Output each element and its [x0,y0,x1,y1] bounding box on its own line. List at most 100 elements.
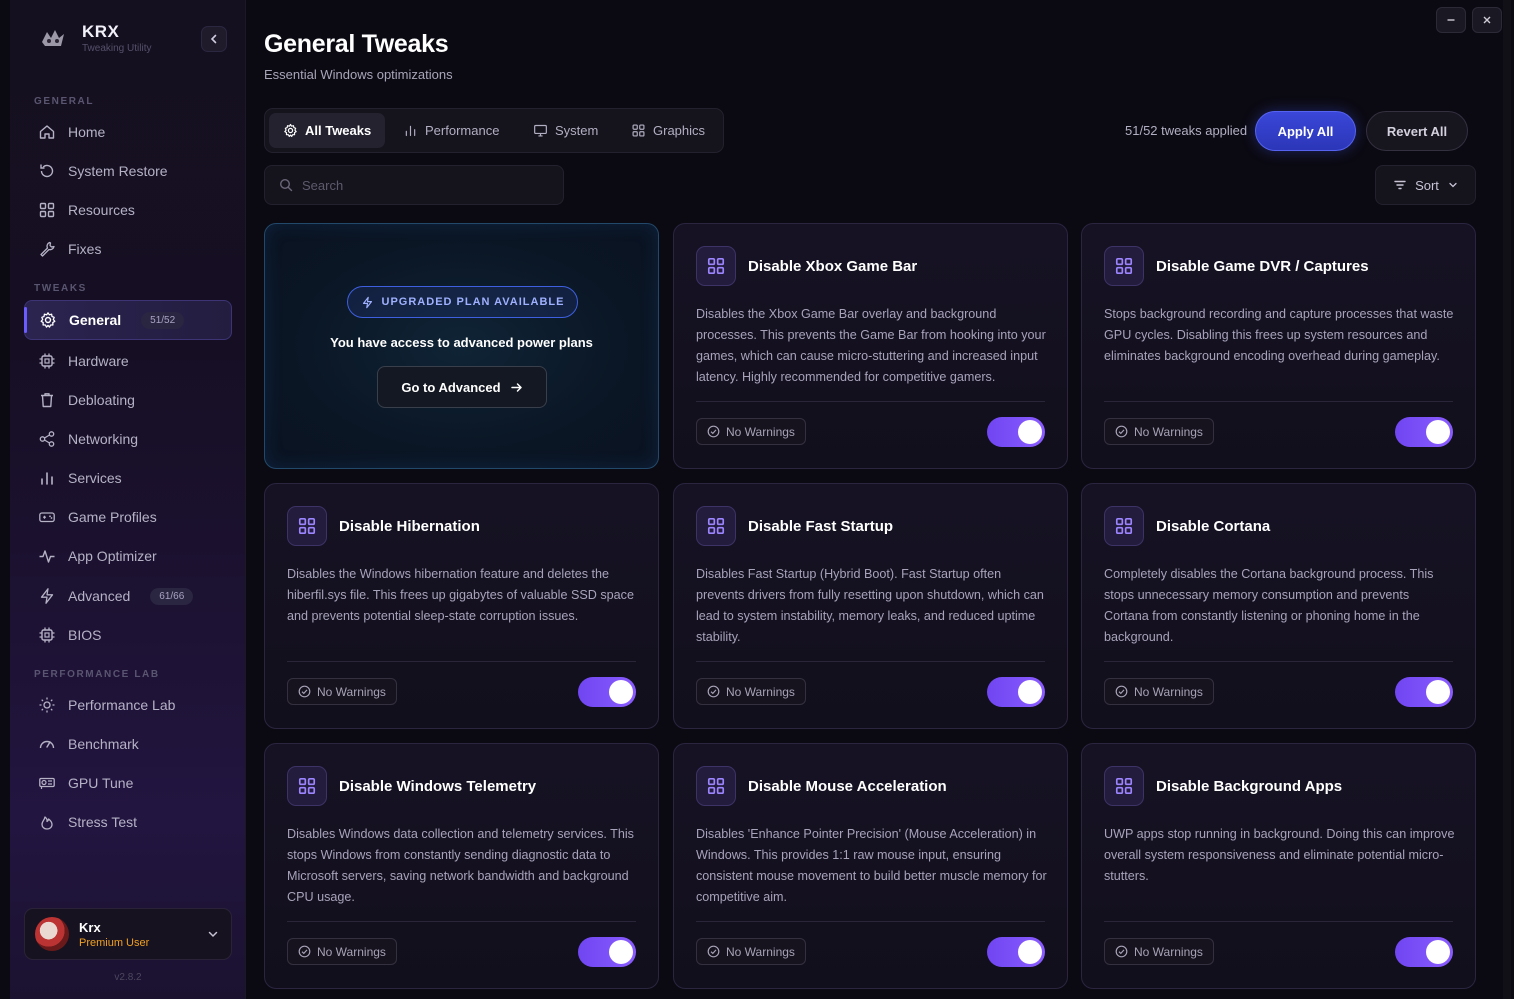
tweak-card: Disable Windows Telemetry Disables Windo… [264,743,659,989]
tab-performance[interactable]: Performance [389,113,513,148]
grid-icon [39,202,55,218]
divider [696,661,1045,662]
tweak-description: Disables the Windows hibernation feature… [287,567,634,623]
sidebar-item-advanced[interactable]: Advanced 61/66 [24,577,232,615]
tab-label: System [555,123,599,138]
check-circle-icon [707,685,720,698]
tweak-toggle[interactable] [987,417,1045,447]
count-badge: 51/52 [141,311,185,329]
restore-icon [40,164,54,178]
sidebar-item-resources[interactable]: Resources [24,191,232,229]
sidebar-item-label: Services [68,470,122,486]
tweak-toggle[interactable] [1395,417,1453,447]
sidebar-item-services[interactable]: Services [24,459,232,497]
sidebar-item-label: Game Profiles [68,509,157,525]
sidebar-item-stress-test[interactable]: Stress Test [24,803,232,841]
gear-icon [284,123,297,137]
sidebar-item-label: Hardware [68,353,129,369]
tab-graphics[interactable]: Graphics [617,113,719,148]
user-card[interactable]: Krx Premium User [24,908,232,960]
warning-badge: No Warnings [1104,938,1214,965]
divider [696,921,1045,922]
chevron-down-icon [1449,182,1457,188]
sidebar-item-system-restore[interactable]: System Restore [24,152,232,190]
bolt-icon [40,588,54,604]
sidebar-item-label: BIOS [68,627,102,643]
grid-icon [287,766,327,806]
divider [1104,401,1453,402]
check-circle-icon [707,425,720,438]
sidebar-item-bios[interactable]: BIOS [24,616,232,654]
sidebar-item-benchmark[interactable]: Benchmark [24,725,232,763]
warning-badge: No Warnings [287,678,397,705]
tweak-description: Disables Fast Startup (Hybrid Boot). Fas… [696,567,1044,644]
tweak-toggle[interactable] [1395,937,1453,967]
sidebar-item-game-profiles[interactable]: Game Profiles [24,498,232,536]
sidebar-item-networking[interactable]: Networking [24,420,232,458]
tweak-description: Disables 'Enhance Pointer Precision' (Mo… [696,827,1047,904]
sidebar: KRX Tweaking Utility GENERAL Home System… [10,0,246,999]
tweak-toggle[interactable] [987,677,1045,707]
tab-label: Graphics [653,123,706,138]
sidebar-item-debloating[interactable]: Debloating [24,381,232,419]
minimize-icon [1447,19,1455,21]
close-button[interactable] [1472,7,1502,33]
sort-dropdown[interactable]: Sort [1375,165,1476,205]
user-name: Krx [79,919,101,935]
sidebar-item-general[interactable]: General 51/52 [24,300,232,340]
chevron-left-icon [210,34,217,44]
collapse-sidebar-button[interactable] [201,26,227,52]
tweak-toggle[interactable] [1395,677,1453,707]
sidebar-item-label: Debloating [68,392,135,408]
revert-all-button[interactable]: Revert All [1366,111,1468,151]
brand-subtitle: Tweaking Utility [82,43,152,54]
go-to-advanced-button[interactable]: Go to Advanced [377,366,547,408]
chip-icon [39,353,55,369]
tweak-card: Disable Hibernation Disables the Windows… [264,483,659,729]
sidebar-item-home[interactable]: Home [24,113,232,151]
sidebar-item-performance-lab[interactable]: Performance Lab [24,686,232,724]
gamepad-icon [39,512,55,523]
tweak-title: Disable Mouse Acceleration [748,778,947,795]
minimize-button[interactable] [1436,7,1466,33]
sidebar-item-hardware[interactable]: Hardware [24,342,232,380]
tweak-toggle[interactable] [578,677,636,707]
grid-icon [696,506,736,546]
app-version: v2.8.2 [114,972,142,983]
avatar [35,917,69,951]
sidebar-item-app-optimizer[interactable]: App Optimizer [24,537,232,575]
apply-all-button[interactable]: Apply All [1255,111,1356,151]
check-circle-icon [1115,945,1128,958]
tweak-card: Disable Xbox Game Bar Disables the Xbox … [673,223,1068,469]
tweak-description: Disables the Xbox Game Bar overlay and b… [696,307,1046,384]
sidebar-item-label: Networking [68,431,139,447]
chevron-down-icon [208,931,218,938]
wrench-icon [40,241,55,257]
tab-label: All Tweaks [305,123,372,138]
tweak-description: Stops background recording and capture p… [1104,307,1454,363]
warning-label: No Warnings [317,944,386,959]
sidebar-item-fixes[interactable]: Fixes [24,230,232,268]
grid-icon [632,124,645,137]
search-input[interactable] [302,177,542,193]
tweak-toggle[interactable] [987,937,1045,967]
toggle-knob [1426,940,1450,964]
warning-badge: No Warnings [1104,678,1214,705]
divider [696,401,1045,402]
page-subtitle: Essential Windows optimizations [264,67,453,82]
sidebar-item-gpu-tune[interactable]: GPU Tune [24,764,232,802]
monitor-icon [534,124,547,137]
scrollbar[interactable] [1503,0,1511,999]
upgrade-promo-card: UPGRADED PLAN AVAILABLE You have access … [264,223,659,469]
tab-all-tweaks[interactable]: All Tweaks [269,113,386,148]
tab-label: Performance [425,123,500,138]
tab-system[interactable]: System [519,113,612,148]
tweak-toggle[interactable] [578,937,636,967]
sidebar-item-label: Stress Test [68,814,137,830]
warning-badge: No Warnings [1104,418,1214,445]
bolt-icon [362,296,372,308]
toggle-knob [609,940,633,964]
search-icon [279,178,293,192]
warning-label: No Warnings [1134,684,1203,699]
warning-badge: No Warnings [696,938,806,965]
